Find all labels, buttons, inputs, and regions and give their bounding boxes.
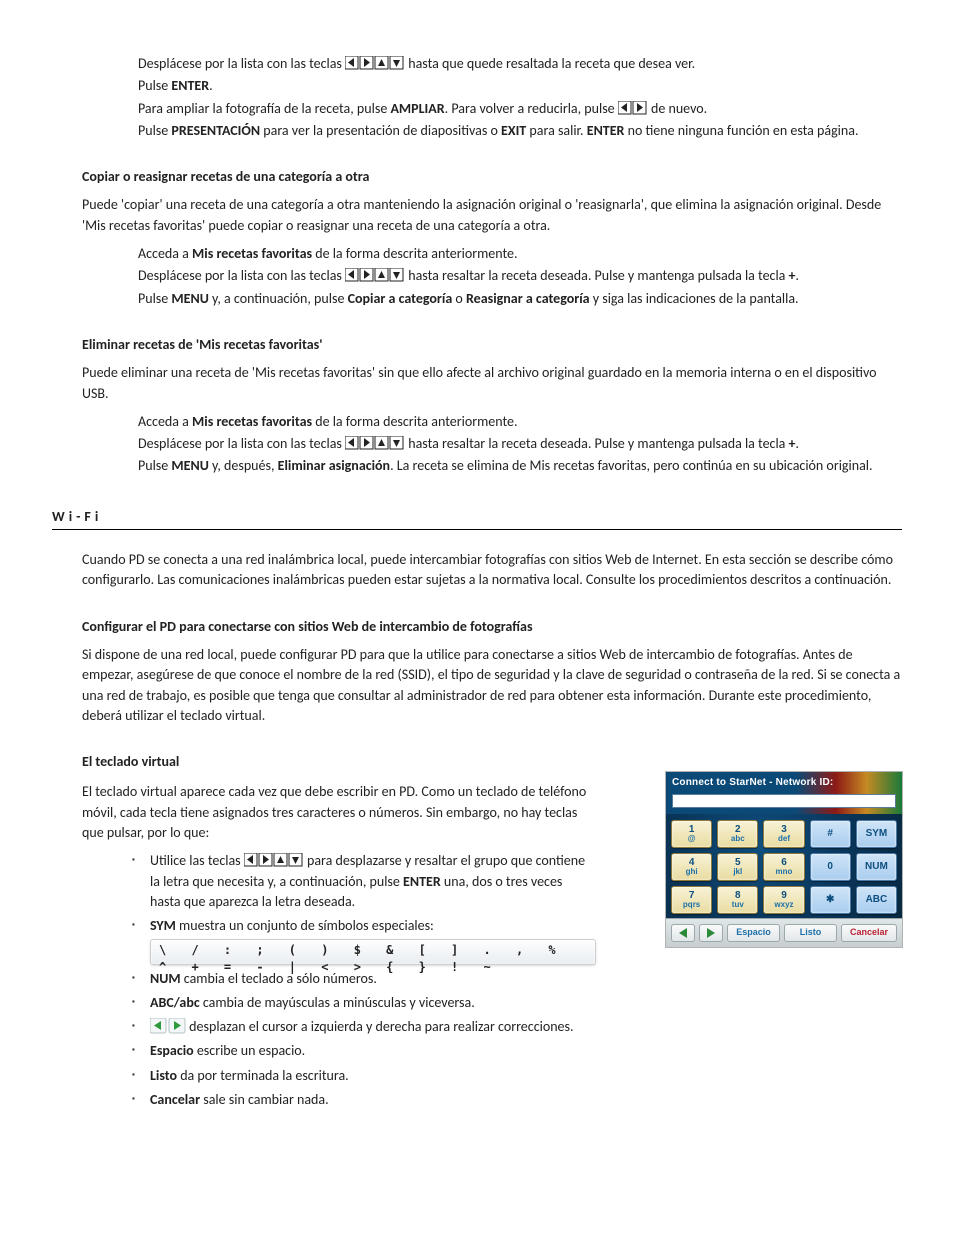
copy-step3: Pulse MENU y, a continuación, pulse Copi…: [138, 289, 902, 309]
vkb-done-button[interactable]: Listo: [784, 924, 837, 942]
vkb-key-4[interactable]: 4ghi: [671, 853, 712, 881]
vkb-key-num[interactable]: NUM: [856, 853, 897, 881]
kb-li-navigate: Utilice las teclas para desplazarse y re…: [150, 851, 596, 912]
step-presentation: Pulse PRESENTACIÓN para ver la presentac…: [138, 121, 902, 141]
vkb-key-9[interactable]: 9wxyz: [763, 886, 804, 914]
vkb-key-sym[interactable]: SYM: [856, 820, 897, 848]
vkb-text-input[interactable]: [672, 794, 896, 808]
cfg-p1: Si dispone de una red local, puede confi…: [82, 645, 902, 726]
symbol-row: \ / : ; ( ) $ & [ ] . , % ^ + = - | < > …: [150, 939, 596, 965]
vkb-key-5[interactable]: 5jkl: [717, 853, 758, 881]
copy-step1: Acceda a Mis recetas favoritas de la for…: [138, 244, 902, 264]
vkb-cursor-right[interactable]: [699, 924, 723, 942]
dpad-icon: [345, 268, 405, 282]
vkb-key-#[interactable]: #: [810, 820, 851, 848]
kb-li-sym: SYM muestra un conjunto de símbolos espe…: [150, 916, 596, 964]
vkb-key-0[interactable]: 0: [810, 853, 851, 881]
vkb-key-1[interactable]: 1@: [671, 820, 712, 848]
kb-li-cancel: Cancelar sale sin cambiar nada.: [150, 1090, 596, 1110]
step-zoom: Para ampliar la fotografía de la receta,…: [138, 99, 902, 119]
virtual-keyboard: Connect to StarNet - Network ID: 1@2abc3…: [666, 772, 902, 947]
vkb-key-2[interactable]: 2abc: [717, 820, 758, 848]
vkb-cancel-button[interactable]: Cancelar: [841, 924, 897, 942]
kb-intro: El teclado virtual aparece cada vez que …: [82, 782, 596, 843]
copy-intro: Puede 'copiar' una receta de una categor…: [82, 195, 902, 236]
vkb-key-✱[interactable]: ✱: [810, 886, 851, 914]
kb-li-num: NUM cambia el teclado a sólo números.: [150, 969, 596, 989]
kb-li-cursor: desplazan el cursor a izquierda y derech…: [150, 1017, 596, 1037]
vkb-title: Connect to StarNet - Network ID:: [672, 776, 896, 791]
green-leftright-icon: [150, 1018, 186, 1034]
kb-li-done: Listo da por terminada la escritura.: [150, 1066, 596, 1086]
vkb-space-button[interactable]: Espacio: [727, 924, 780, 942]
step-scroll-list: Desplácese por la lista con las teclas h…: [138, 54, 902, 74]
dpad-icon: [345, 436, 405, 450]
vkb-cursor-left[interactable]: [671, 924, 695, 942]
wifi-section-header: Wi-Fi: [52, 507, 902, 530]
dpad-icon: [244, 853, 304, 867]
vkb-key-7[interactable]: 7pqrs: [671, 886, 712, 914]
del-step1: Acceda a Mis recetas favoritas de la for…: [138, 412, 902, 432]
dpad-icon: [345, 56, 405, 70]
vkb-key-8[interactable]: 8tuv: [717, 886, 758, 914]
leftright-icon: [618, 101, 648, 115]
heading-config-pd: Configurar el PD para conectarse con sit…: [82, 617, 902, 637]
vkb-key-3[interactable]: 3def: [763, 820, 804, 848]
heading-virtual-kb: El teclado virtual: [82, 752, 902, 772]
vkb-key-6[interactable]: 6mno: [763, 853, 804, 881]
heading-copy-reassign: Copiar o reasignar recetas de una catego…: [82, 167, 902, 187]
kb-feature-list: Utilice las teclas para desplazarse y re…: [82, 851, 596, 1110]
step-press-enter: Pulse ENTER.: [138, 76, 902, 96]
del-step2: Desplácese por la lista con las teclas h…: [138, 434, 902, 454]
del-step3: Pulse MENU y, después, Eliminar asignaci…: [138, 456, 902, 476]
vkb-key-abc[interactable]: ABC: [856, 886, 897, 914]
kb-li-space: Espacio escribe un espacio.: [150, 1041, 596, 1061]
copy-step2: Desplácese por la lista con las teclas h…: [138, 266, 902, 286]
del-intro: Puede eliminar una receta de 'Mis receta…: [82, 363, 902, 404]
kb-li-abc: ABC/abc cambia de mayúsculas a minúscula…: [150, 993, 596, 1013]
wifi-intro: Cuando PD se conecta a una red inalámbri…: [82, 550, 902, 591]
heading-delete: Eliminar recetas de 'Mis recetas favorit…: [82, 335, 902, 355]
